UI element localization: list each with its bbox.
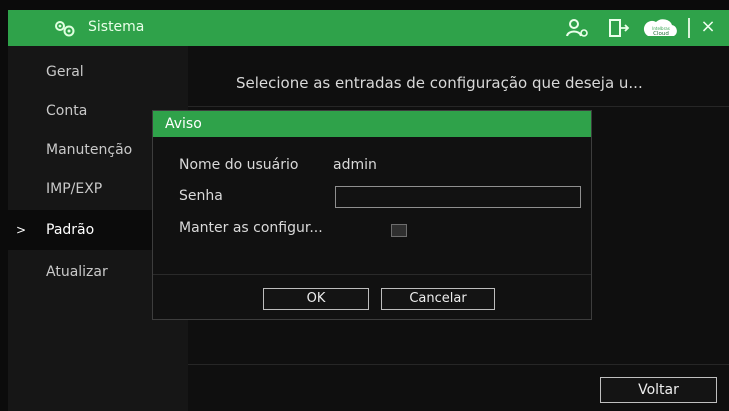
settings-icon (55, 21, 75, 37)
footer-divider (188, 364, 729, 365)
username-value: admin (333, 157, 377, 173)
cloud-icon[interactable]: Intelbras Cloud (642, 18, 680, 38)
password-field[interactable] (335, 186, 581, 208)
window-title: Sistema (88, 19, 145, 35)
close-icon[interactable]: × (698, 15, 718, 39)
page-headline: Selecione as entradas de configuração qu… (236, 74, 643, 92)
keep-settings-checkbox[interactable] (391, 224, 407, 237)
cloud-badge-bottom: Cloud (653, 31, 669, 37)
title-bar: Sistema Intelbras Cloud × (8, 10, 729, 46)
ok-button[interactable]: OK (263, 288, 369, 310)
toolbar-divider (688, 18, 690, 38)
dialog-divider (153, 274, 591, 275)
username-label: Nome do usuário (179, 157, 299, 173)
warning-dialog: Aviso Nome do usuário admin Senha Manter… (152, 110, 592, 320)
sidebar-item-label: Manutenção (46, 142, 133, 158)
dialog-title: Aviso (165, 116, 202, 132)
active-arrow-icon: > (16, 223, 27, 237)
sidebar-item-label: Conta (46, 103, 88, 119)
keep-settings-label: Manter as configur... (179, 220, 323, 236)
sidebar-item-label: IMP/EXP (46, 181, 103, 197)
sidebar-item-label: Atualizar (46, 264, 108, 280)
password-label: Senha (179, 188, 223, 204)
cloud-shape: Intelbras Cloud (643, 19, 677, 37)
user-settings-icon[interactable] (565, 18, 589, 38)
logout-icon[interactable] (608, 18, 630, 38)
back-button[interactable]: Voltar (600, 377, 717, 403)
dialog-title-bar: Aviso (153, 111, 591, 137)
sidebar-item-label: Geral (46, 64, 84, 80)
sidebar-item-geral[interactable]: Geral (8, 54, 188, 90)
cancel-button[interactable]: Cancelar (381, 288, 495, 310)
header-divider (188, 106, 729, 107)
sidebar-item-label: Padrão (46, 222, 95, 238)
